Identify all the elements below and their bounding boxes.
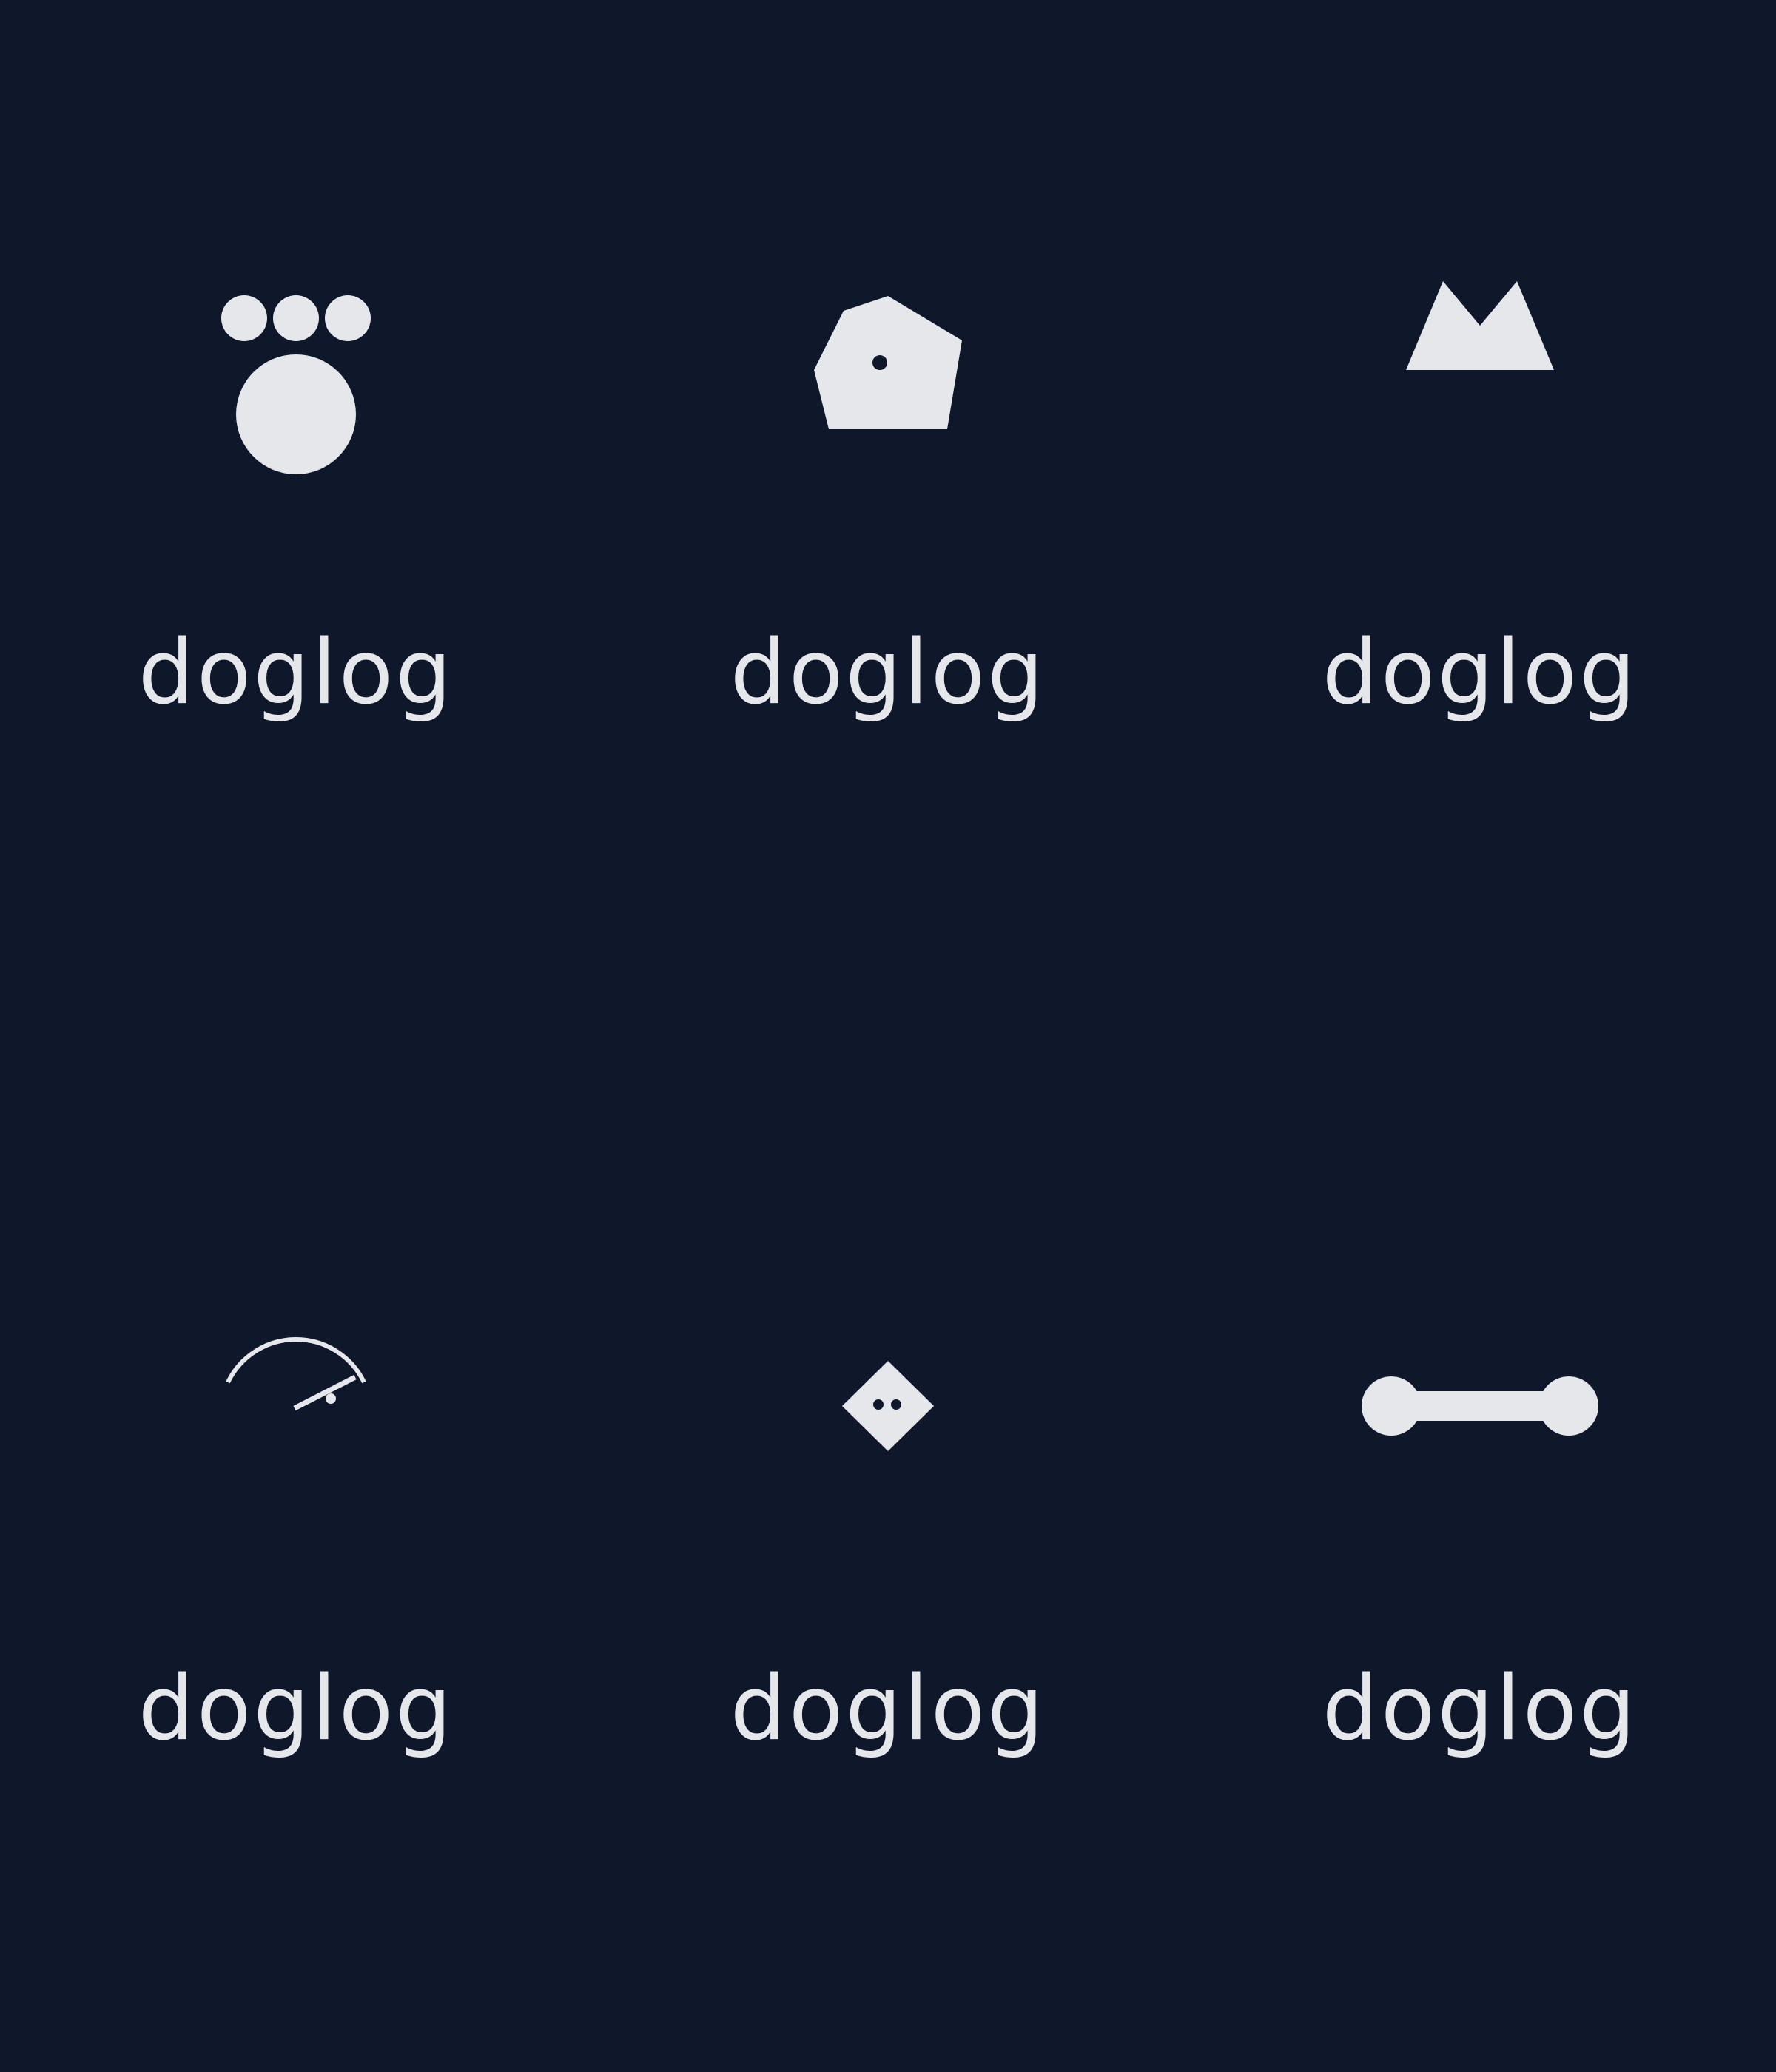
arc-leash-icon [226, 1337, 366, 1411]
logo-wordmark: doglog [138, 622, 454, 724]
pointed-ears-icon [1406, 281, 1554, 370]
logo-wordmark: doglog [1322, 622, 1638, 724]
logo-wordmark: doglog [730, 622, 1046, 724]
logo-wordmark: doglog [730, 1658, 1046, 1760]
bone-icon [1362, 1376, 1598, 1436]
logo-card-bone: doglog [1184, 1036, 1776, 2072]
logo-wordmark: doglog [138, 1658, 454, 1760]
logo-card-paw: doglog [0, 0, 592, 1036]
paw-print-icon [221, 295, 371, 474]
logo-card-arc: doglog [0, 1036, 592, 2072]
logo-wordmark: doglog [1322, 1658, 1638, 1760]
logo-card-ears: doglog [1184, 0, 1776, 1036]
pentagon-head-icon [814, 296, 962, 429]
logo-card-pentagon: doglog [592, 0, 1184, 1036]
logo-variations-grid: doglog doglog doglog doglog doglog doglo… [0, 0, 1776, 2072]
logo-card-diamond: doglog [592, 1036, 1184, 2072]
diamond-face-icon [842, 1361, 934, 1451]
